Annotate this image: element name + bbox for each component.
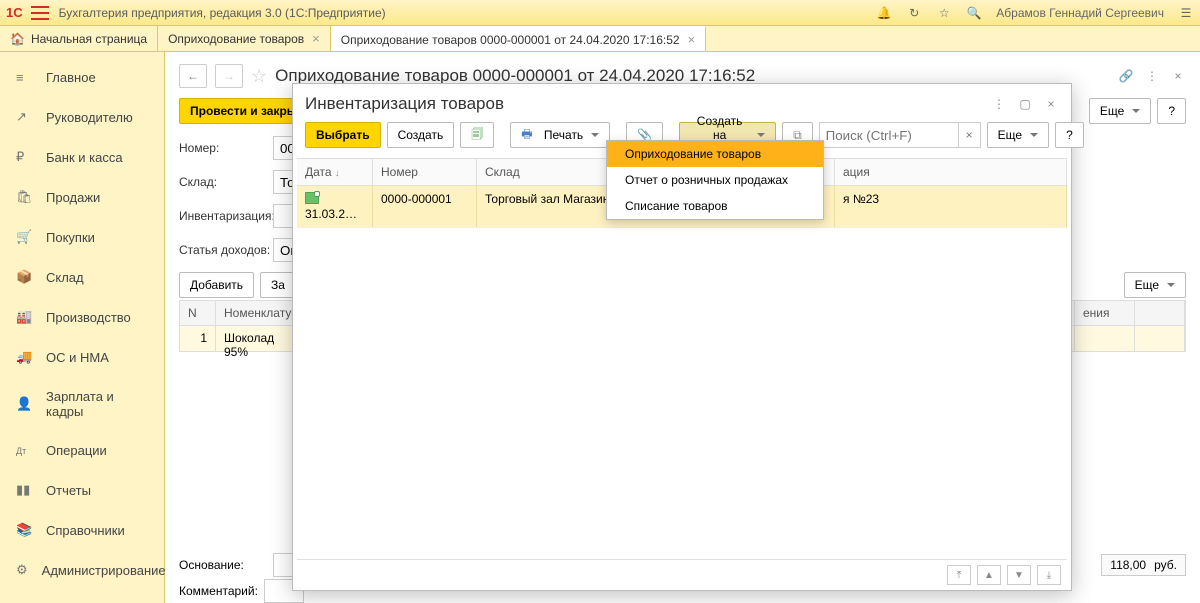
cart-icon: 🛒	[16, 229, 32, 245]
sum-total: 118,00руб.	[1101, 554, 1186, 576]
truck-icon: 🚚	[16, 349, 32, 365]
add-button[interactable]: Добавить	[179, 272, 254, 298]
dialog-help-button[interactable]: ?	[1055, 122, 1084, 148]
user-menu-icon[interactable]: ☰	[1178, 5, 1194, 21]
sidebar-item-bank[interactable]: ₽Банк и касса	[0, 137, 164, 177]
user-name[interactable]: Абрамов Геннадий Сергеевич	[996, 6, 1164, 20]
col-item: Номенклатур	[216, 301, 296, 325]
chart-icon: ↗	[16, 109, 32, 125]
print-button[interactable]: 🖶 Печать	[510, 122, 610, 148]
sidebar-item-sales[interactable]: 🛍Продажи	[0, 177, 164, 217]
tab-document[interactable]: Оприходование товаров 0000-000001 от 24.…	[331, 26, 706, 51]
scroll-top-button[interactable]: ⤒	[947, 565, 971, 585]
sidebar-item-admin[interactable]: ⚙Администрирование	[0, 550, 164, 590]
favorite-icon[interactable]: ☆	[251, 66, 267, 87]
factory-icon: 🏭	[16, 309, 32, 325]
dialog-title: Инвентаризация товаров	[305, 94, 504, 114]
close-icon[interactable]: ×	[1170, 68, 1186, 84]
tab-home[interactable]: 🏠Начальная страница	[0, 26, 158, 51]
ruble-icon: ₽	[16, 149, 32, 165]
sidebar: ≡Главное ↗Руководителю ₽Банк и касса 🛍Пр…	[0, 52, 165, 603]
tab-bar: 🏠Начальная страница Оприходование товаро…	[0, 26, 1200, 52]
logo-1c: 1C	[6, 5, 23, 20]
label-basis: Основание:	[179, 558, 273, 572]
sidebar-item-production[interactable]: 🏭Производство	[0, 297, 164, 337]
copy-button[interactable]: 🗐	[460, 122, 494, 148]
sidebar-item-operations[interactable]: ДтОперации	[0, 431, 164, 470]
dialog-more-button[interactable]: Еще	[987, 122, 1049, 148]
box-icon: 📦	[16, 269, 32, 285]
sidebar-item-main[interactable]: ≡Главное	[0, 58, 164, 97]
bag-icon: 🛍	[16, 189, 32, 205]
close-icon[interactable]: ×	[312, 31, 320, 46]
sidebar-item-manager[interactable]: ↗Руководителю	[0, 97, 164, 137]
menu-item-receipt[interactable]: Оприходование товаров	[607, 141, 823, 167]
tab-list[interactable]: Оприходование товаров×	[158, 26, 331, 51]
scroll-up-button[interactable]: ▲	[977, 565, 1001, 585]
history-icon[interactable]: ↻	[906, 5, 922, 21]
more-button[interactable]: Еще	[1089, 98, 1151, 124]
menu-item-retail-report[interactable]: Отчет о розничных продажах	[607, 167, 823, 193]
document-icon	[305, 192, 319, 204]
hamburger-icon[interactable]	[31, 6, 49, 20]
scroll-bottom-button[interactable]: ⤓	[1037, 565, 1061, 585]
fill-button[interactable]: За	[260, 272, 296, 298]
link-icon[interactable]: 🔗	[1118, 68, 1134, 84]
create-based-menu: Оприходование товаров Отчет о розничных …	[606, 140, 824, 220]
books-icon: 📚	[16, 522, 32, 538]
menu-item-writeoff[interactable]: Списание товаров	[607, 193, 823, 219]
person-icon: 👤	[16, 396, 32, 412]
sidebar-item-reports[interactable]: ▮▮Отчеты	[0, 470, 164, 510]
kebab-icon[interactable]: ⋮	[991, 96, 1007, 112]
sidebar-item-warehouse[interactable]: 📦Склад	[0, 257, 164, 297]
col-date[interactable]: Дата↓	[297, 159, 373, 185]
top-bar: 1C Бухгалтерия предприятия, редакция 3.0…	[0, 0, 1200, 26]
label-income: Статья доходов:	[179, 243, 273, 257]
kebab-icon[interactable]: ⋮	[1144, 68, 1160, 84]
help-button[interactable]: ?	[1157, 98, 1186, 124]
gear-icon: ⚙	[16, 562, 28, 578]
close-icon[interactable]: ×	[688, 32, 696, 47]
clear-search-button[interactable]: ×	[959, 122, 981, 148]
select-button[interactable]: Выбрать	[305, 122, 381, 148]
bell-icon[interactable]: 🔔	[876, 5, 892, 21]
back-button[interactable]: ←	[179, 64, 207, 88]
col-number[interactable]: Номер	[373, 159, 477, 185]
col-last: ения	[1075, 301, 1135, 325]
label-number: Номер:	[179, 141, 273, 155]
sidebar-item-purchases[interactable]: 🛒Покупки	[0, 217, 164, 257]
star-icon[interactable]: ☆	[936, 5, 952, 21]
label-comment: Комментарий:	[179, 584, 258, 598]
label-inventory: Инвентаризация:	[179, 209, 273, 223]
more-button-2[interactable]: Еще	[1124, 272, 1186, 298]
search-icon[interactable]: 🔍	[966, 5, 982, 21]
forward-button[interactable]: →	[215, 64, 243, 88]
maximize-icon[interactable]: ▢	[1017, 96, 1033, 112]
home-icon: 🏠	[10, 32, 25, 46]
dtkt-icon: Дт	[16, 446, 32, 456]
close-icon[interactable]: ×	[1043, 96, 1059, 112]
label-warehouse: Склад:	[179, 175, 273, 189]
sidebar-item-catalogs[interactable]: 📚Справочники	[0, 510, 164, 550]
col-responsible[interactable]: ация	[835, 159, 1067, 185]
create-button[interactable]: Создать	[387, 122, 455, 148]
sidebar-item-payroll[interactable]: 👤Зарплата и кадры	[0, 377, 164, 431]
search-input[interactable]	[819, 122, 959, 148]
col-n: N	[180, 301, 216, 325]
list-icon: ≡	[16, 70, 32, 85]
sidebar-item-assets[interactable]: 🚚ОС и НМА	[0, 337, 164, 377]
app-title: Бухгалтерия предприятия, редакция 3.0 (1…	[59, 6, 386, 20]
sort-asc-icon: ↓	[335, 168, 340, 179]
scroll-down-button[interactable]: ▼	[1007, 565, 1031, 585]
bars-icon: ▮▮	[16, 482, 32, 498]
